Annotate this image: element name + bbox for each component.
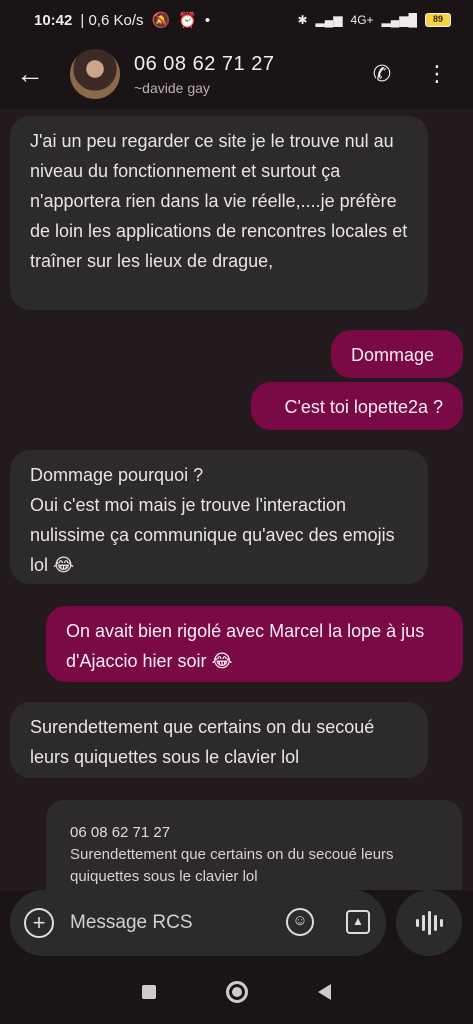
message-bubble-outgoing[interactable]: Dommage	[331, 330, 463, 378]
battery-icon: 89	[425, 13, 451, 27]
signal-icon-2: ▂▄▆█	[381, 13, 417, 27]
voice-waveform-icon[interactable]	[396, 890, 462, 956]
emoji-icon[interactable]: ☺	[286, 908, 314, 936]
back-arrow-icon[interactable]: ←	[0, 44, 60, 104]
home-icon[interactable]	[226, 981, 248, 1003]
nav-back-icon[interactable]	[318, 984, 331, 1000]
mute-icon: 🔕	[151, 12, 171, 29]
contact-number: 06 08 62 71 27	[134, 52, 275, 75]
navigation-bar	[0, 960, 473, 1024]
reply-quote-card[interactable]: 06 08 62 71 27 Surendettement que certai…	[46, 800, 462, 890]
network-type: 4G+	[350, 13, 374, 27]
message-bubble-incoming[interactable]: J'ai un peu regarder ce site je le trouv…	[10, 116, 428, 310]
message-input[interactable]	[70, 912, 270, 934]
message-list[interactable]: J'ai un peu regarder ce site je le trouv…	[0, 110, 473, 890]
message-bubble-incoming[interactable]: Surendettement que certains on du secoué…	[10, 702, 428, 778]
network-speed: | 0,6 Ko/s	[80, 11, 144, 29]
message-bubble-outgoing[interactable]: On avait bien rigolé avec Marcel la lope…	[46, 606, 463, 682]
more-vert-icon[interactable]: ⋮	[422, 56, 452, 92]
status-time: 10:42	[34, 11, 73, 29]
bluetooth-icon: ✱	[297, 13, 308, 27]
quote-text: Surendettement que certains on du secoué…	[70, 846, 394, 885]
contact-name: ~davide gay	[134, 79, 210, 96]
message-bubble-outgoing[interactable]: C'est toi lopette2a ?	[251, 382, 463, 430]
alarm-icon: ⏰	[178, 12, 197, 29]
contact-info[interactable]: 06 08 62 71 27 ~davide gay	[134, 53, 274, 96]
conversation-header: ← 06 08 62 71 27 ~davide gay ✆ ⋮	[0, 40, 473, 108]
compose-bar: + ☺ ▲	[10, 890, 386, 956]
phone-icon[interactable]: ✆	[364, 56, 400, 92]
recents-icon[interactable]	[142, 985, 156, 999]
notification-dot-icon: •	[204, 11, 211, 29]
image-icon[interactable]: ▲	[346, 910, 370, 934]
add-attachment-icon[interactable]: +	[24, 908, 54, 938]
avatar[interactable]	[70, 49, 120, 99]
quote-sender: 06 08 62 71 27	[70, 824, 171, 841]
status-bar: 10:42 | 0,6 Ko/s 🔕 ⏰ • ✱ ▂▄▆ 4G+ ▂▄▆█ 89	[0, 0, 473, 40]
message-bubble-incoming[interactable]: Dommage pourquoi ? Oui c'est moi mais je…	[10, 450, 428, 584]
signal-icon: ▂▄▆	[315, 13, 343, 27]
